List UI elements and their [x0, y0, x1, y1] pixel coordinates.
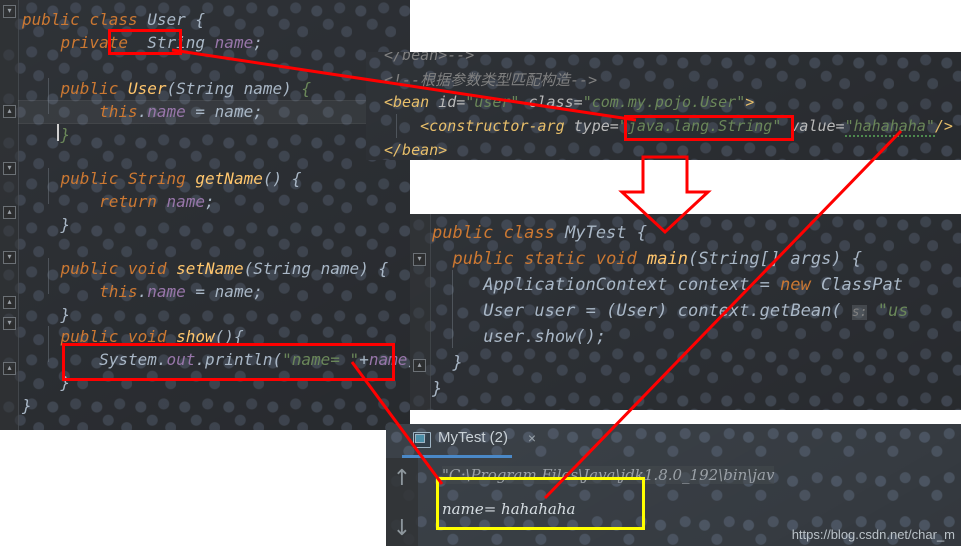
text-caret [57, 124, 59, 141]
code-line: } [22, 396, 32, 415]
console-tab-label[interactable]: MyTest (2) [438, 429, 508, 446]
run-configuration-icon [413, 432, 431, 448]
code-line: </bean> [384, 141, 448, 159]
editor-application-context-xml[interactable]: </bean>--> <!--根据参数类型匹配构造--> <bean id="u… [366, 52, 961, 160]
screenshot-root: ▾ ▴ ▾ ▴ ▾ ▴ ▾ ▴ public class User { priv… [0, 0, 961, 546]
editor-code-area[interactable]: </bean>--> <!--根据参数类型匹配构造--> <bean id="u… [366, 52, 961, 160]
code-line: public class User { [22, 10, 206, 29]
annotation-box-string-field [108, 29, 182, 55]
annotation-box-console-output [436, 477, 645, 530]
code-line: return name; [99, 192, 215, 211]
white-gap-below-test [410, 410, 961, 424]
close-icon[interactable]: × [525, 431, 539, 445]
blog-watermark: https://blog.csdn.net/char_m [791, 527, 955, 542]
annotation-box-xml-type [624, 115, 794, 141]
white-gap-bottom-left [0, 430, 386, 546]
console-tab-bar[interactable]: MyTest (2) × [386, 424, 961, 454]
console-side-toolbar[interactable]: ↑ ↓ [386, 458, 418, 546]
indent-guide [452, 270, 453, 348]
code-line: public User(String name) { [60, 79, 312, 98]
white-gap-middle-right [410, 160, 961, 214]
code-line: this.name = name; [99, 102, 263, 121]
code-line: this.name = name; [99, 282, 263, 301]
code-line: public static void main(String[] args) { [452, 249, 863, 269]
scroll-down-icon[interactable]: ↓ [392, 516, 412, 542]
code-line: <bean id="user" class="com.my.pojo.User"… [384, 93, 755, 111]
code-line: } [60, 125, 71, 144]
code-line: } [452, 353, 463, 373]
scroll-up-icon[interactable]: ↑ [392, 466, 412, 492]
code-line: public class MyTest { [432, 223, 648, 243]
indent-guide [396, 114, 397, 138]
code-line: <!--根据参数类型匹配构造--> [384, 71, 598, 89]
code-line: public String getName() { [60, 169, 302, 188]
code-line: } [60, 305, 71, 324]
code-line: </bean>--> [384, 52, 475, 64]
code-line: } [60, 215, 71, 234]
editor-code-area[interactable]: public class MyTest { public static void… [410, 214, 961, 410]
code-line: user.show(); [483, 327, 607, 347]
code-line: User user = (User) context.getBean( s: "… [483, 301, 909, 321]
annotation-box-println [62, 343, 395, 381]
editor-mytest-java[interactable]: ▾ ▴ public class MyTest { public static … [410, 214, 961, 410]
code-line: public void setName(String name) { [60, 259, 389, 278]
code-line: } [432, 379, 443, 399]
white-gap-top-right [410, 0, 961, 52]
code-line: ApplicationContext context = new ClassPa… [483, 275, 903, 295]
